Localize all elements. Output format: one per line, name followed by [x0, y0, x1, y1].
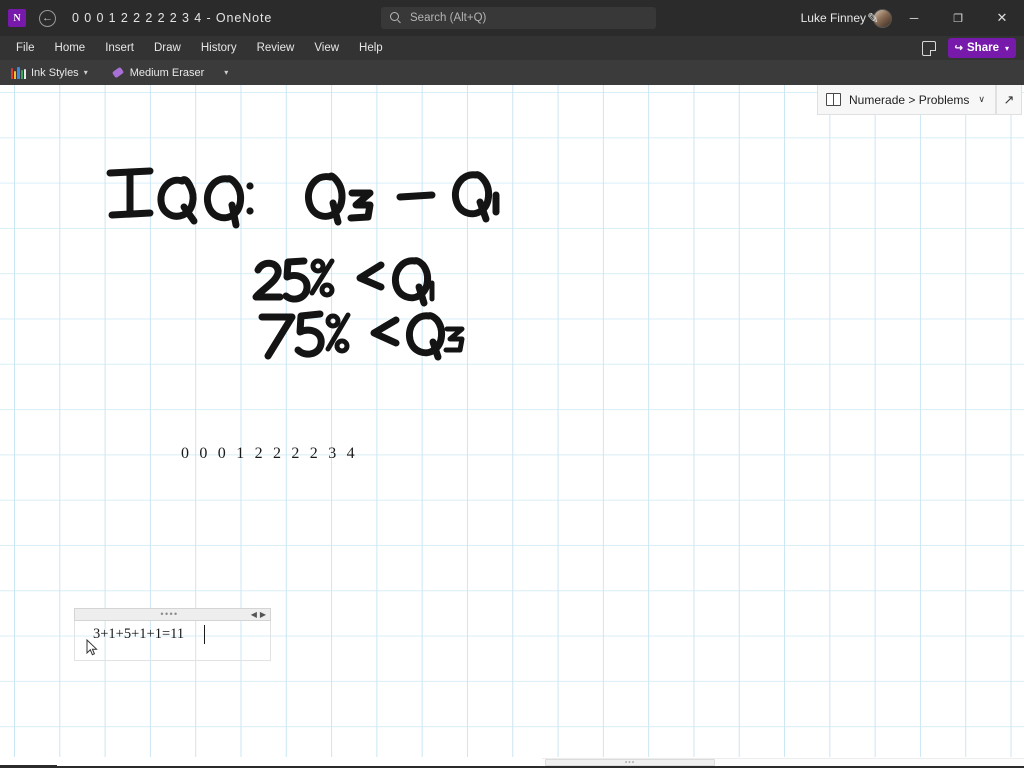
minimize-icon: ─ — [909, 11, 919, 25]
share-icon: ↪ — [954, 42, 964, 54]
minimize-button[interactable]: ─ — [892, 0, 936, 36]
tab-help-label: Help — [359, 42, 383, 54]
tab-draw-label: Draw — [153, 42, 181, 54]
pen-annotation-button[interactable]: ✎ — [854, 0, 892, 36]
tab-view[interactable]: View — [304, 36, 349, 60]
text-note-container[interactable]: •••• ◀ ▶ 3+1+5+1+1=11 — [74, 608, 271, 661]
arrow-left-icon[interactable]: ◀ — [251, 610, 258, 619]
notebook-icon — [826, 92, 842, 107]
maximize-button[interactable]: ❐ — [936, 0, 980, 36]
search-input[interactable]: Search (Alt+Q) — [381, 7, 656, 29]
draw-toolbar: Ink Styles ▾ Medium Eraser ▾ — [0, 60, 1024, 85]
note-resize-arrows[interactable]: ◀ ▶ — [251, 610, 267, 619]
back-arrow-icon: ← — [42, 11, 53, 24]
tab-review[interactable]: Review — [247, 36, 305, 60]
ink-styles-label: Ink Styles — [31, 66, 79, 79]
maximize-icon: ❐ — [953, 12, 963, 25]
tab-home[interactable]: Home — [45, 36, 96, 60]
ink-styles-chevron-down-icon[interactable]: ▾ — [84, 68, 88, 77]
pen-icon: ✎ — [867, 9, 879, 26]
share-label: Share — [967, 42, 999, 54]
note-drag-handle[interactable]: •••• ◀ ▶ — [74, 608, 271, 621]
note-text-content: 3+1+5+1+1=11 — [93, 626, 185, 642]
search-placeholder: Search (Alt+Q) — [410, 12, 487, 24]
tab-draw[interactable]: Draw — [144, 36, 191, 60]
ribbon-tab-bar: File Home Insert Draw History Review Vie… — [0, 36, 1024, 60]
horizontal-scrollbar[interactable]: ••• — [0, 757, 1024, 768]
mouse-cursor — [86, 639, 98, 656]
window-bottom-left-edge — [0, 765, 57, 766]
back-button[interactable]: ← — [39, 9, 56, 27]
arrow-right-icon[interactable]: ▶ — [260, 610, 267, 619]
expand-arrow-icon: ↗ — [1003, 91, 1015, 107]
share-button[interactable]: ↪ Share ▾ — [947, 38, 1016, 58]
document-title: 0 0 0 1 2 2 2 2 2 3 4 - OneNote — [72, 11, 273, 25]
note-text-area[interactable]: 3+1+5+1+1=11 — [74, 621, 271, 661]
medium-eraser-label: Medium Eraser — [129, 66, 205, 79]
onenote-logo-icon: N — [8, 9, 26, 27]
share-chevron-down-icon[interactable]: ▾ — [1005, 44, 1009, 53]
close-icon: ✕ — [996, 10, 1008, 25]
text-caret — [204, 625, 205, 644]
scrollbar-thumb[interactable]: ••• — [545, 759, 715, 766]
ink-layer — [106, 167, 500, 361]
medium-eraser-button[interactable]: Medium Eraser — [105, 60, 212, 85]
note-canvas[interactable]: 0 0 0 1 2 2 2 2 3 4 •••• ◀ ▶ 3+1+5+1+1=1… — [0, 85, 1024, 768]
sticky-note-icon[interactable] — [921, 40, 936, 56]
overflow-chevron-down-icon: ▾ — [224, 68, 229, 77]
drag-handle-dots-icon: •••• — [160, 609, 179, 619]
tab-insert-label: Insert — [105, 42, 134, 54]
breadcrumb[interactable]: Numerade > Problems — [849, 93, 969, 107]
typed-digit-sequence[interactable]: 0 0 0 1 2 2 2 2 3 4 — [181, 445, 358, 463]
eraser-icon — [112, 67, 125, 79]
tab-home-label: Home — [54, 42, 86, 54]
title-bar: N ← 0 0 0 1 2 2 2 2 2 3 4 - OneNote Sear… — [0, 0, 1024, 36]
tab-history[interactable]: History — [191, 36, 247, 60]
close-button[interactable]: ✕ — [980, 0, 1024, 36]
scrollbar-grip-icon: ••• — [624, 759, 636, 766]
logo-letter: N — [13, 12, 21, 24]
toolbar-overflow-button[interactable]: ▾ — [217, 60, 235, 85]
ink-styles-icon — [11, 66, 27, 79]
breadcrumb-chevron-down-icon[interactable]: ∨ — [978, 94, 985, 105]
page-breadcrumb-bar[interactable]: Numerade > Problems ∨ — [817, 85, 996, 115]
tab-file[interactable]: File — [6, 36, 45, 60]
tab-history-label: History — [200, 42, 237, 54]
search-icon — [390, 12, 402, 24]
ink-styles-button[interactable]: Ink Styles ▾ — [4, 60, 95, 85]
expand-page-button[interactable]: ↗ — [996, 85, 1022, 115]
tab-help[interactable]: Help — [349, 36, 393, 60]
tab-review-label: Review — [256, 42, 295, 54]
tab-insert[interactable]: Insert — [95, 36, 144, 60]
tab-view-label: View — [314, 42, 340, 54]
tab-file-label: File — [16, 42, 35, 54]
